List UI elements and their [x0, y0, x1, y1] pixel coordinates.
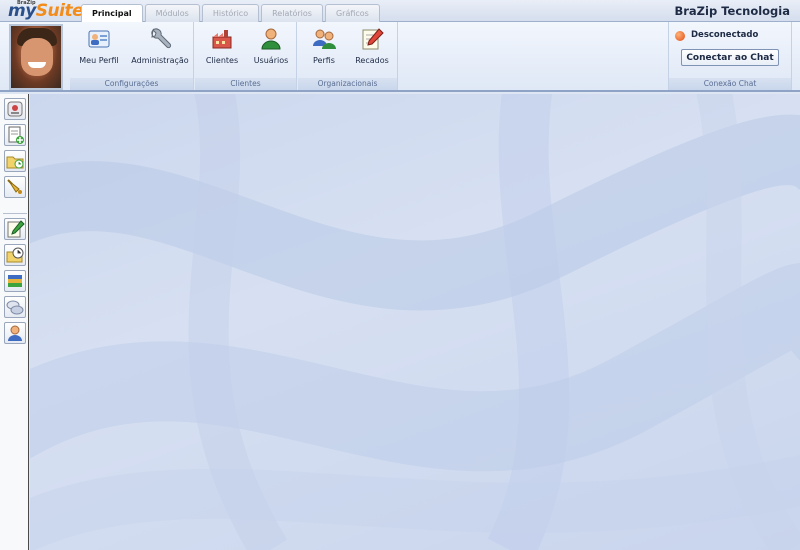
status-dot-icon — [675, 31, 685, 41]
conectar-chat-button[interactable]: Conectar ao Chat — [681, 49, 779, 66]
note-pencil-icon — [359, 26, 385, 52]
new-document-icon — [8, 126, 24, 144]
chat-bubbles-icon — [6, 300, 24, 315]
logo-my-text: my — [8, 1, 36, 21]
perfis-button[interactable]: Perfis — [304, 26, 344, 72]
bell-icon — [7, 179, 22, 194]
organizacionais-group-label: Organizacionais — [298, 78, 397, 90]
contact-card-icon — [7, 101, 23, 117]
ribbon: Meu Perfil Administração Configurações C… — [0, 22, 800, 92]
wave-background-icon — [30, 94, 800, 550]
edit-note-button[interactable] — [4, 218, 26, 240]
tab-modulos[interactable]: Módulos — [144, 4, 200, 22]
avatar — [9, 24, 63, 90]
group-organizacionais: Perfis Recados Organizacionais — [298, 22, 398, 90]
perfis-label: Perfis — [313, 56, 335, 65]
workspace-background — [30, 94, 800, 550]
wrench-icon — [147, 26, 173, 52]
usuarios-button[interactable]: Usuários — [249, 26, 293, 72]
folder-schedule-icon — [6, 156, 24, 169]
clientes-label: Clientes — [205, 56, 239, 65]
group-clientes: Clientes Usuários Clientes — [195, 22, 297, 90]
top-bar: BraZip mySuite Principal Módulos Históri… — [0, 0, 800, 23]
chat-status-text: Desconectado — [691, 30, 759, 40]
usuarios-label: Usuários — [253, 56, 289, 65]
folder-schedule-button[interactable] — [4, 150, 26, 172]
recados-label: Recados — [355, 56, 389, 65]
tab-relatorios[interactable]: Relatórios — [261, 4, 323, 22]
administracao-label: Administração — [131, 56, 189, 65]
recados-button[interactable]: Recados — [350, 26, 394, 72]
new-document-button[interactable] — [4, 124, 26, 146]
left-toolbar — [0, 94, 29, 550]
tab-historico[interactable]: Histórico — [201, 4, 260, 22]
clock-folder-icon — [6, 247, 24, 263]
stack-books-button[interactable] — [4, 270, 26, 292]
group-configuracoes: Meu Perfil Administração Configurações — [70, 22, 194, 90]
user-icon — [258, 26, 284, 52]
contact-card-button[interactable] — [4, 98, 26, 120]
users-group-icon — [311, 26, 337, 52]
tab-principal[interactable]: Principal — [81, 4, 143, 23]
clock-folder-button[interactable] — [4, 244, 26, 266]
chat-status: Desconectado — [675, 30, 759, 41]
clientes-button[interactable]: Clientes — [201, 26, 243, 72]
edit-note-icon — [7, 220, 25, 238]
bell-button[interactable] — [4, 176, 26, 198]
person-icon — [8, 325, 22, 341]
stack-books-icon — [8, 275, 22, 287]
group-conexao-chat: Desconectado Conectar ao Chat Conexão Ch… — [668, 22, 792, 90]
administracao-button[interactable]: Administração — [130, 26, 190, 72]
tab-graficos[interactable]: Gráficos — [324, 4, 380, 22]
conexao-chat-group-label: Conexão Chat — [669, 78, 791, 90]
profile-card-icon — [86, 26, 112, 52]
app-logo: BraZip mySuite — [6, 0, 84, 22]
toolbar-separator — [3, 213, 27, 214]
configuracoes-group-label: Configurações — [70, 78, 193, 90]
person-button[interactable] — [4, 322, 26, 344]
main-tabs: Principal Módulos Histórico Relatórios G… — [81, 4, 380, 23]
logo-suite-text: Suite — [35, 1, 84, 21]
meu-perfil-button[interactable]: Meu Perfil — [76, 26, 122, 72]
factory-icon — [209, 26, 235, 52]
chat-bubbles-button[interactable] — [4, 296, 26, 318]
clientes-group-label: Clientes — [195, 78, 296, 90]
company-name: BraZip Tecnologia — [674, 4, 790, 18]
meu-perfil-label: Meu Perfil — [79, 56, 119, 65]
